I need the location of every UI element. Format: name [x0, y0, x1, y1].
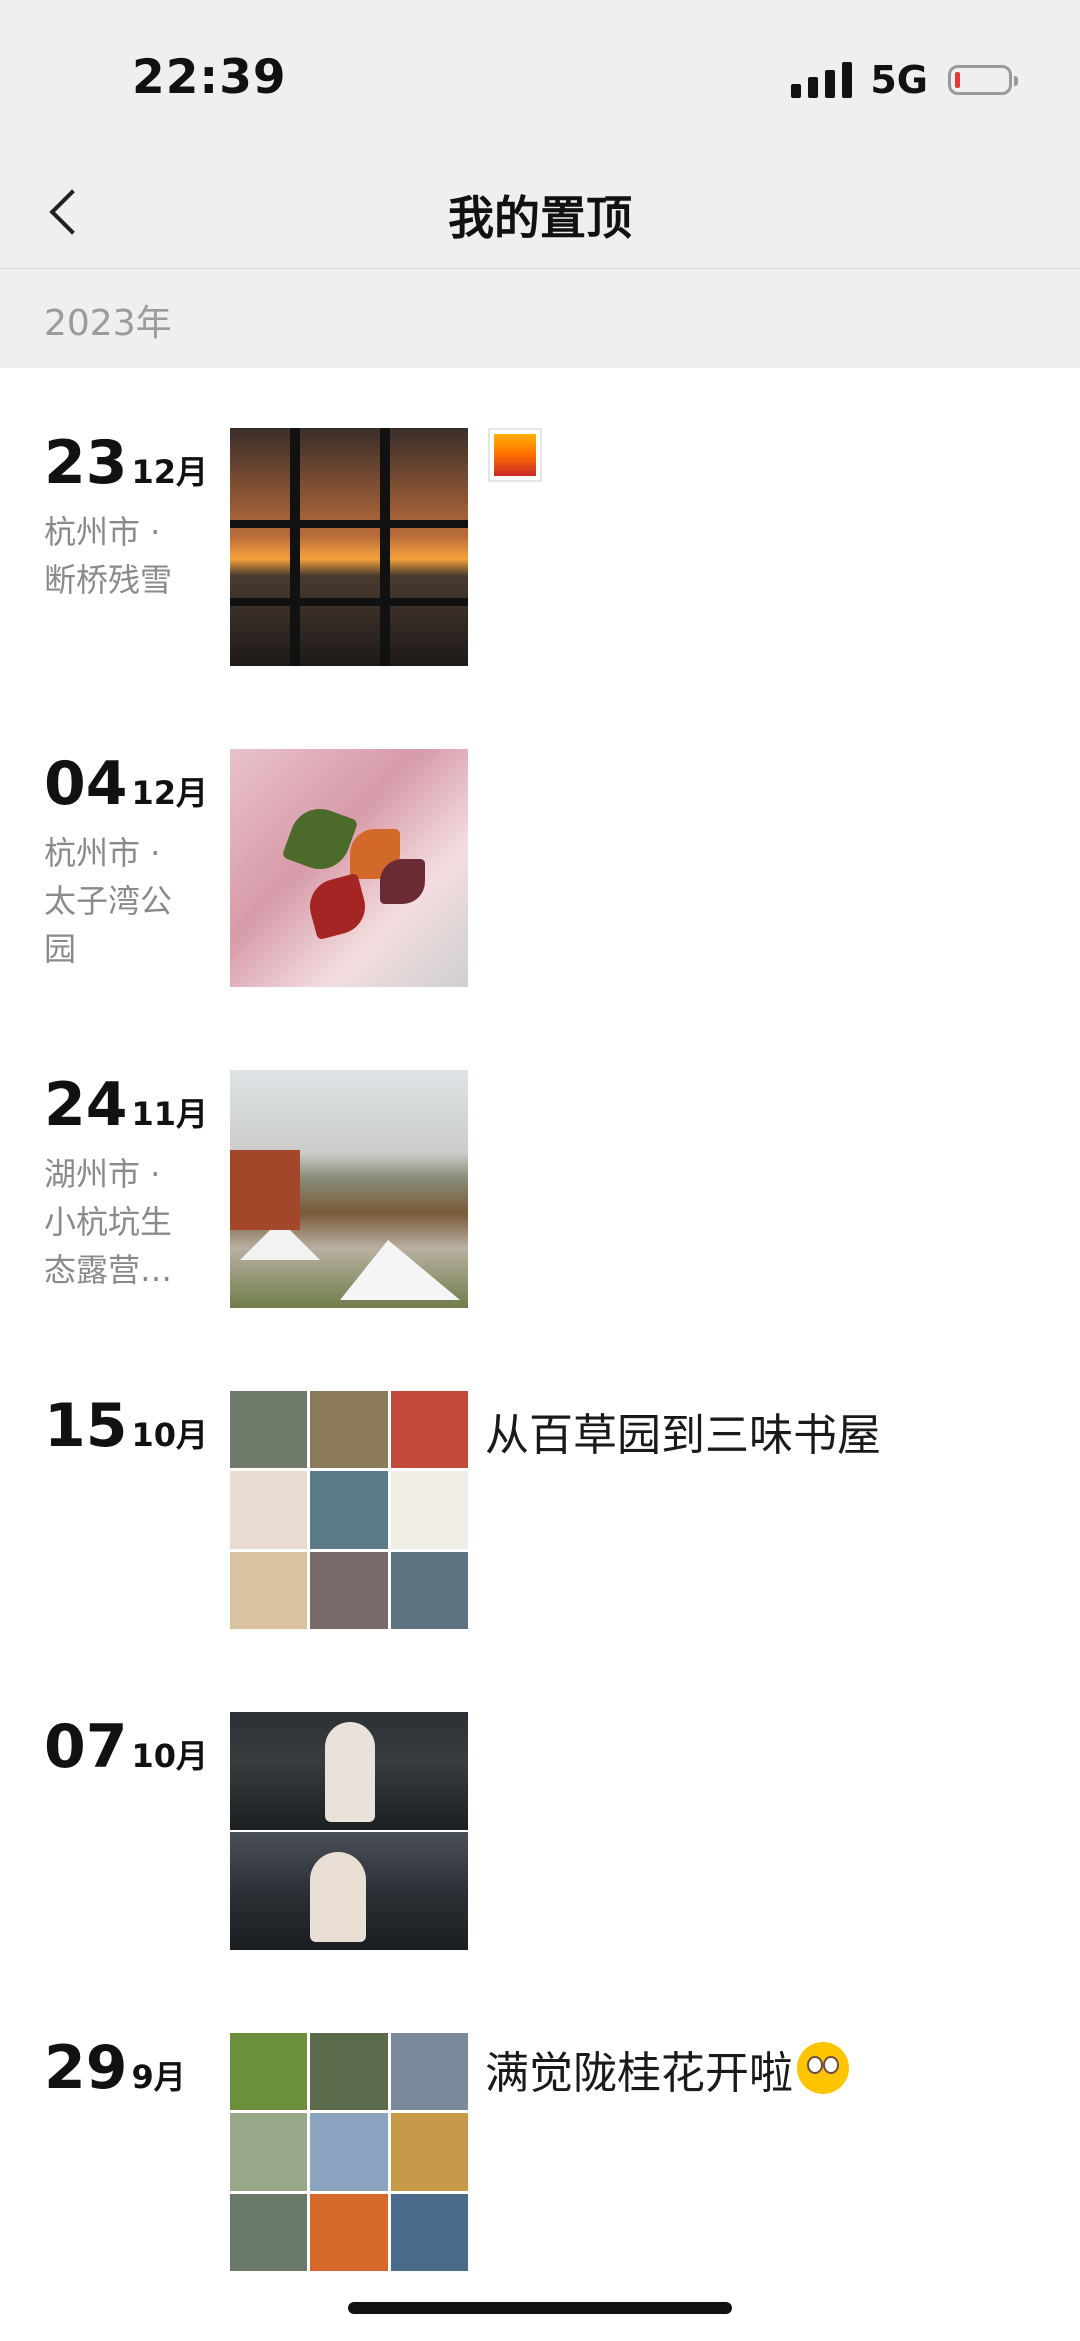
entry-month: 12月: [131, 774, 209, 812]
location-line: 太子湾公: [44, 882, 173, 920]
photo-grid[interactable]: [230, 1391, 468, 1629]
list-item[interactable]: 24 11月 湖州市 · 小杭坑生 态露营…: [0, 1070, 1080, 1310]
home-indicator[interactable]: [348, 2302, 732, 2314]
entry-caption: 满觉陇桂花开啦: [485, 2037, 849, 2101]
entry-month: 11月: [131, 1095, 209, 1133]
list-item[interactable]: 29 9月 满觉陇桂花开啦: [0, 2033, 1080, 2273]
list-item[interactable]: 15 10月 从百草园到三味书屋: [0, 1391, 1080, 1631]
location-line: 杭州市 ·: [44, 834, 161, 872]
photo-thumbnail[interactable]: [230, 1712, 468, 1950]
entry-location: 杭州市 · 断桥残雪: [44, 508, 194, 604]
photo-cell: [390, 2193, 468, 2271]
divider: [0, 268, 1080, 269]
year-header: 2023年: [44, 303, 172, 344]
entry-caption: 从百草园到三味书屋: [485, 1410, 881, 1461]
photo-cell: [390, 1471, 468, 1549]
photo-cell: [390, 1551, 468, 1629]
entry-location: 杭州市 · 太子湾公 园: [44, 829, 194, 973]
photo-thumbnail[interactable]: [230, 1070, 468, 1308]
network-type: 5G: [870, 58, 928, 102]
entry-day: 29: [44, 2033, 128, 2103]
entry-day: 04: [44, 749, 128, 819]
status-time: 22:39: [132, 50, 287, 105]
entry-date: 29 9月: [44, 2033, 186, 2103]
entry-date: 23 12月: [44, 428, 208, 498]
entry-date: 24 11月: [44, 1070, 208, 1140]
entry-day: 23: [44, 428, 128, 498]
list-item[interactable]: 04 12月 杭州市 · 太子湾公 园: [0, 749, 1080, 989]
photo-cell: [230, 1471, 308, 1549]
photo-cell: [310, 2193, 388, 2271]
photo-cell: [230, 1551, 308, 1629]
photo-cell: [230, 2033, 308, 2111]
location-line: 园: [44, 930, 77, 968]
mini-thumbnail[interactable]: [488, 428, 542, 482]
entry-month: 9月: [131, 2058, 186, 2096]
photo-cell: [310, 2033, 388, 2111]
entry-month: 12月: [131, 453, 209, 491]
location-line: 态露营…: [44, 1251, 173, 1289]
photo-cell: [310, 1391, 388, 1469]
page-title: 我的置顶: [448, 191, 632, 245]
location-line: 湖州市 ·: [44, 1155, 161, 1193]
location-line: 小杭坑生: [44, 1203, 173, 1241]
nav-bar: 我的置顶: [0, 160, 1080, 270]
photo-cell: [390, 1391, 468, 1469]
entry-month: 10月: [131, 1416, 209, 1454]
photo-cell: [310, 1471, 388, 1549]
photo-cell: [230, 2113, 308, 2191]
entry-day: 07: [44, 1712, 128, 1782]
photo-cell: [390, 2113, 468, 2191]
photo-cell: [310, 2113, 388, 2191]
photo-cell: [230, 1391, 308, 1469]
photo-grid[interactable]: [230, 2033, 468, 2271]
battery-icon: [948, 65, 1018, 95]
photo-thumbnail[interactable]: [230, 749, 468, 987]
entry-day: 24: [44, 1070, 128, 1140]
entry-date: 15 10月: [44, 1391, 208, 1461]
photo-cell: [390, 2033, 468, 2111]
photo-thumbnail[interactable]: [230, 428, 468, 666]
entry-date: 04 12月: [44, 749, 208, 819]
list-item[interactable]: 23 12月 杭州市 · 断桥残雪: [0, 428, 1080, 668]
entry-location: 湖州市 · 小杭坑生 态露营…: [44, 1150, 194, 1294]
entry-day: 15: [44, 1391, 128, 1461]
photo-cell: [230, 2193, 308, 2271]
signal-icon: [791, 62, 853, 98]
status-indicators: 5G: [791, 58, 1018, 102]
location-line: 断桥残雪: [44, 561, 173, 599]
list-item[interactable]: 07 10月: [0, 1712, 1080, 1952]
photo-cell: [310, 1551, 388, 1629]
entry-date: 07 10月: [44, 1712, 208, 1782]
caption-text: 满觉陇桂花开啦: [485, 2048, 793, 2099]
location-line: 杭州市 ·: [44, 513, 161, 551]
entry-month: 10月: [131, 1737, 209, 1775]
surprised-emoji-icon: [797, 2042, 849, 2094]
